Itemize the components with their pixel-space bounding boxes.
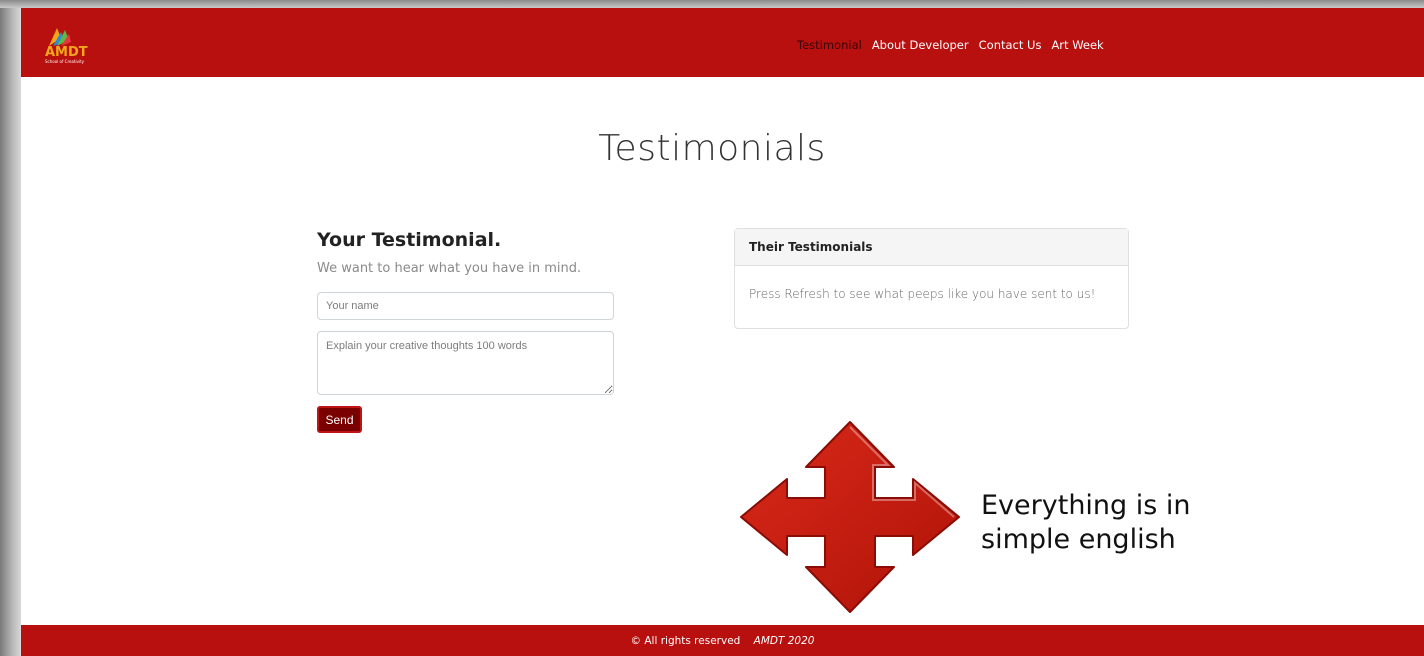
frame-shadow-top: [0, 0, 1424, 8]
amdt-logo[interactable]: AMDT School of Creativity: [43, 24, 93, 64]
form-lead: We want to hear what you have in mind.: [317, 261, 582, 276]
annotation-callout: Everything is in simple english: [981, 489, 1281, 557]
page-footer: © All rights reserved AMDT 2020: [21, 625, 1424, 656]
send-button[interactable]: Send: [317, 406, 362, 433]
card-header: Their Testimonials: [735, 229, 1128, 266]
card-body: Press Refresh to see what peeps like you…: [749, 287, 1096, 301]
footer-brand: AMDT 2020: [753, 635, 815, 647]
page-title: Testimonials: [598, 128, 826, 169]
top-navbar: AMDT School of Creativity Testimonial Ab…: [21, 8, 1424, 77]
frame-shadow-left: [0, 0, 21, 656]
nav-link-about-developer[interactable]: About Developer: [872, 38, 969, 52]
annotation-line-1: Everything is in: [981, 490, 1191, 521]
screenshot-frame: AMDT School of Creativity Testimonial Ab…: [0, 0, 1424, 656]
nav-link-contact-us[interactable]: Contact Us: [979, 38, 1042, 52]
nav-links: Testimonial About Developer Contact Us A…: [797, 38, 1104, 52]
their-testimonials-card: Their Testimonials Press Refresh to see …: [734, 228, 1129, 329]
name-input[interactable]: [317, 292, 614, 320]
form-heading: Your Testimonial.: [317, 229, 502, 251]
svg-text:AMDT: AMDT: [45, 45, 88, 60]
nav-link-art-week[interactable]: Art Week: [1051, 38, 1103, 52]
footer-copyright: © All rights reserved: [630, 635, 741, 647]
message-textarea[interactable]: [317, 331, 614, 395]
four-way-arrow-icon: [740, 421, 960, 613]
testimonial-form: Your Testimonial. We want to hear what y…: [317, 229, 614, 433]
annotation-line-2: simple english: [981, 524, 1176, 555]
nav-link-testimonial[interactable]: Testimonial: [797, 38, 862, 52]
svg-text:School of Creativity: School of Creativity: [45, 59, 85, 64]
